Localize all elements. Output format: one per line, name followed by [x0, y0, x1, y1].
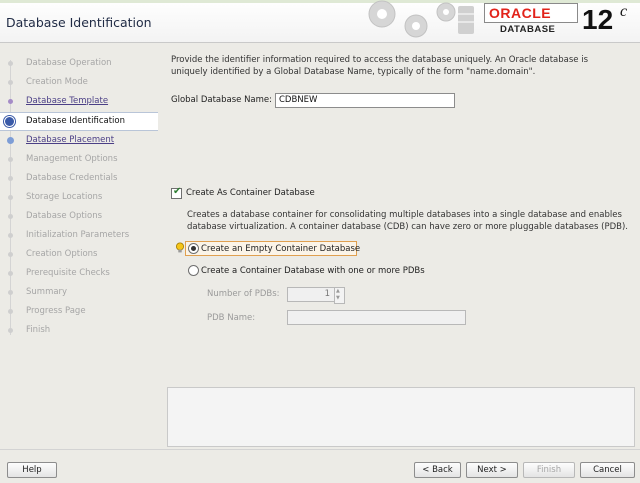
sidebar-item-label: Creation Mode: [26, 77, 88, 87]
header-bar: Database Identification ORACLE DATABASE …: [0, 0, 640, 43]
container-database-checkbox[interactable]: ✔: [171, 186, 182, 199]
global-database-name-input[interactable]: CDBNEW: [275, 93, 455, 108]
global-database-name-label: Global Database Name:: [171, 95, 273, 105]
pdb-name-label: PDB Name:: [207, 313, 256, 323]
step-indicator-icon: [8, 61, 13, 66]
radio-selected-dot: [191, 246, 196, 251]
sidebar-item-label: Database Options: [26, 211, 103, 221]
sidebar-item-label[interactable]: Database Template: [26, 96, 108, 106]
container-database-checkbox-label[interactable]: Create As Container Database: [186, 188, 315, 198]
oracle-logo: ORACLE DATABASE 12 c: [484, 3, 636, 39]
sidebar-item-label: Database Credentials: [26, 173, 118, 183]
sidebar-item-storage-locations: Storage Locations: [0, 188, 158, 207]
step-indicator-icon: [7, 137, 14, 144]
container-with-pdbs-radio[interactable]: [188, 265, 199, 276]
number-of-pdbs-input: 1: [287, 287, 335, 302]
cancel-button[interactable]: Cancel: [580, 462, 635, 478]
empty-container-radio[interactable]: [188, 243, 199, 254]
sidebar-item-creation-options: Creation Options: [0, 245, 158, 264]
step-indicator-icon: [8, 214, 13, 219]
database-wordmark: DATABASE: [500, 24, 556, 35]
step-indicator-icon: [8, 290, 13, 295]
step-indicator-icon: [8, 309, 13, 314]
sidebar-item-label: Finish: [26, 325, 51, 335]
sidebar-item-label: Database Operation: [26, 58, 112, 68]
container-database-description: Creates a database container for consoli…: [187, 210, 629, 232]
sidebar-item-label: Summary: [26, 287, 68, 297]
sidebar-item-database-identification[interactable]: Database Identification: [0, 112, 158, 131]
step-indicator-icon: [8, 99, 13, 104]
sidebar-item-database-operation: Database Operation: [0, 54, 158, 73]
container-with-pdbs-radio-label[interactable]: Create a Container Database with one or …: [201, 266, 425, 276]
step-indicator-icon: [8, 176, 13, 181]
page-title: Database Identification: [6, 15, 152, 30]
spinner-up-icon: ▲: [336, 288, 340, 294]
sidebar-item-label: Prerequisite Checks: [26, 268, 110, 278]
back-button[interactable]: < Back: [414, 462, 461, 478]
help-button[interactable]: Help: [7, 462, 57, 478]
oracle-logo-box: ORACLE: [484, 3, 578, 23]
version-suffix: c: [620, 3, 628, 20]
empty-container-radio-label[interactable]: Create an Empty Container Database: [201, 244, 360, 254]
sidebar-item-finish: Finish: [0, 321, 158, 340]
steps-sidebar: Database Operation Creation Mode Databas…: [0, 43, 158, 448]
sidebar-item-label: Creation Options: [26, 249, 98, 259]
step-indicator-icon: [8, 328, 13, 333]
number-of-pdbs-spinner: ▲ ▼: [334, 287, 345, 304]
sidebar-item-prerequisite-checks: Prerequisite Checks: [0, 264, 158, 283]
sidebar-item-creation-mode: Creation Mode: [0, 73, 158, 92]
main-panel: Provide the identifier information requi…: [159, 43, 640, 448]
version-number: 12: [582, 4, 614, 35]
number-of-pdbs-label: Number of PDBs:: [207, 289, 280, 299]
sidebar-item-progress-page: Progress Page: [0, 302, 158, 321]
step-indicator-icon: [8, 195, 13, 200]
identification-description: Provide the identifier information requi…: [171, 55, 589, 77]
sidebar-item-management-options: Management Options: [0, 150, 158, 169]
sidebar-item-database-placement[interactable]: Database Placement: [0, 131, 158, 150]
gears-decoration-icon: [368, 0, 474, 38]
next-button[interactable]: Next >: [466, 462, 518, 478]
sidebar-item-label: Database Identification: [26, 116, 125, 126]
footer-bar: Help < Back Next > Finish Cancel: [0, 449, 640, 483]
pdb-name-input: [287, 310, 466, 325]
checkmark-icon: ✔: [173, 186, 182, 197]
sidebar-item-database-credentials: Database Credentials: [0, 169, 158, 188]
sidebar-item-label: Initialization Parameters: [26, 230, 130, 240]
spinner-down-icon: ▼: [336, 295, 340, 301]
step-indicator-icon: [8, 271, 13, 276]
message-panel: [167, 387, 635, 447]
sidebar-item-database-template[interactable]: Database Template: [0, 92, 158, 111]
sidebar-item-database-options: Database Options: [0, 207, 158, 226]
step-indicator-icon: [8, 157, 13, 162]
sidebar-item-initialization-parameters: Initialization Parameters: [0, 226, 158, 245]
sidebar-item-label[interactable]: Database Placement: [26, 135, 114, 145]
current-step-indicator-icon: [5, 117, 14, 126]
sidebar-item-summary: Summary: [0, 283, 158, 302]
oracle-wordmark: ORACLE: [489, 5, 552, 21]
step-indicator-icon: [8, 233, 13, 238]
step-indicator-icon: [8, 80, 13, 85]
sidebar-item-label: Management Options: [26, 154, 118, 164]
step-indicator-icon: [8, 252, 13, 257]
finish-button: Finish: [523, 462, 575, 478]
sidebar-item-label: Storage Locations: [26, 192, 103, 202]
sidebar-item-label: Progress Page: [26, 306, 86, 316]
